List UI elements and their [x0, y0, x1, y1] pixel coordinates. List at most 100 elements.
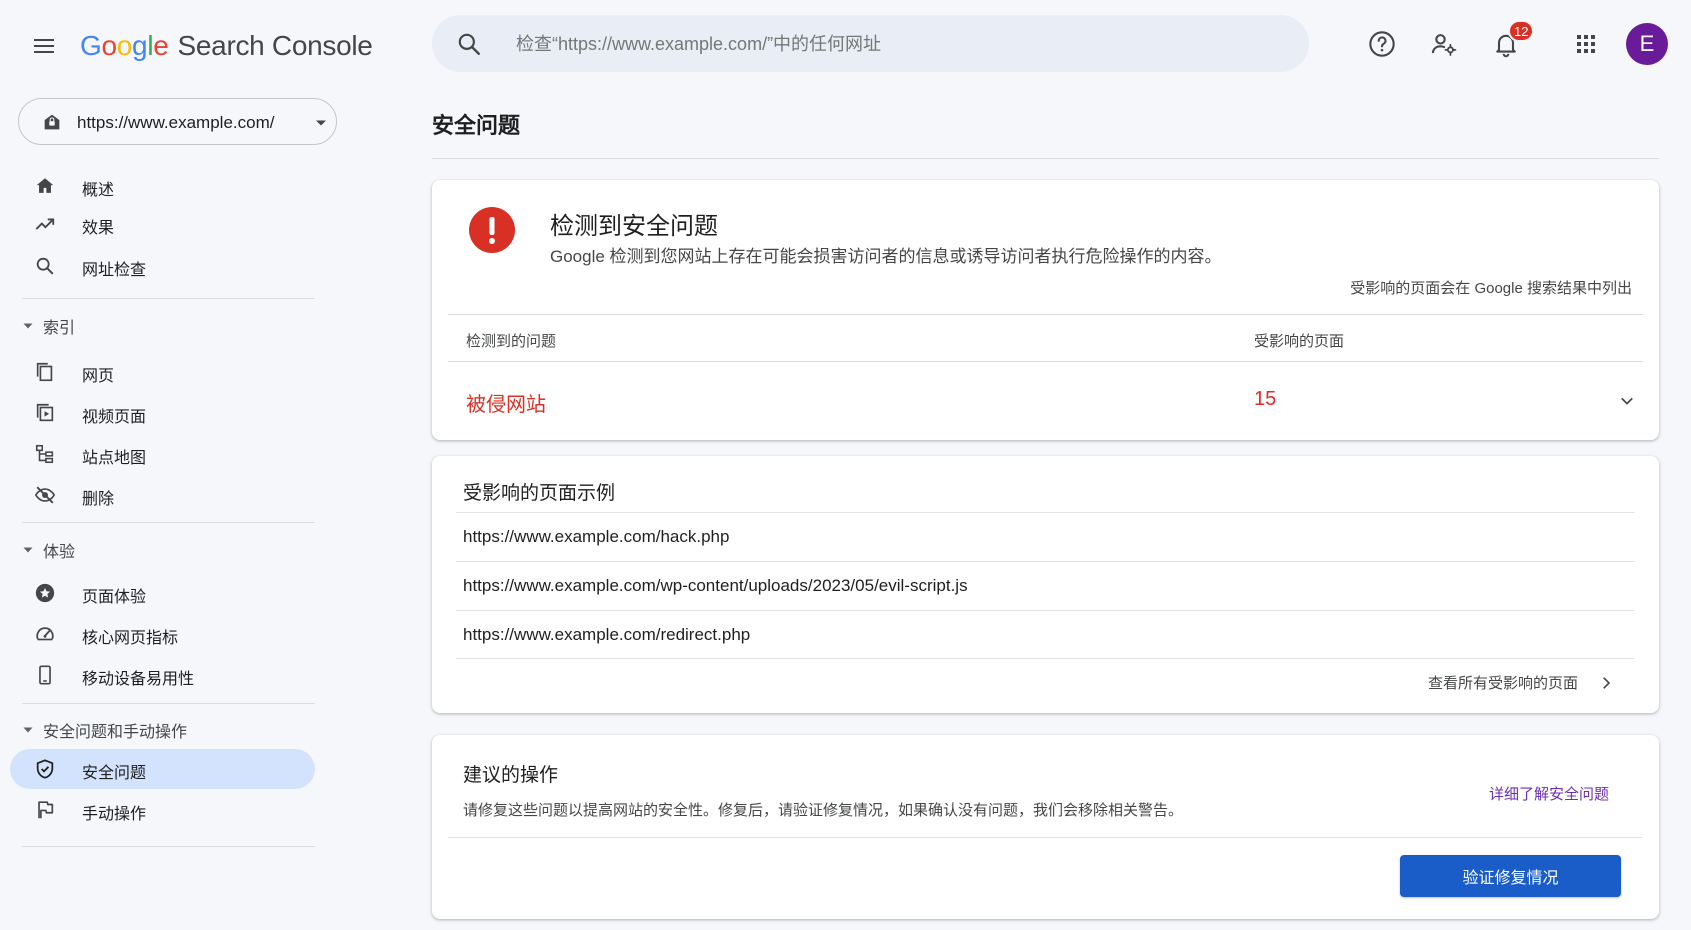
sidebar-item-performance[interactable]: 效果	[10, 204, 315, 244]
affected-url: https://www.example.com/hack.php	[463, 527, 730, 546]
sidebar-item-overview[interactable]: 概述	[10, 166, 315, 206]
caret-down-icon	[23, 547, 33, 553]
search-icon	[36, 257, 54, 275]
speed-gauge-icon	[36, 627, 54, 641]
sidebar-item-label: 安全问题	[82, 765, 147, 782]
sidebar-item-page-experience[interactable]: 页面体验	[10, 573, 315, 613]
sidebar-divider	[22, 846, 315, 847]
issue-row-hacked-site[interactable]: 被侵网站 15	[448, 362, 1643, 438]
sidebar-divider	[22, 703, 315, 704]
sidebar-item-manual-actions[interactable]: 手动操作	[10, 790, 315, 830]
sidebar-divider	[22, 522, 315, 523]
google-wordmark: Google	[80, 30, 169, 61]
video-page-icon	[36, 403, 54, 422]
issue-summary-title: 检测到安全问题	[550, 213, 718, 240]
sidebar-item-label: 网页	[82, 368, 115, 385]
sidebar-item-label: 效果	[82, 220, 115, 237]
sidebar-item-mobile-usability[interactable]: 移动设备易用性	[10, 655, 315, 695]
mobile-icon	[39, 665, 51, 685]
sidebar-item-label: 移动设备易用性	[82, 671, 195, 688]
table-header: 检测到的问题 受影响的页面	[448, 314, 1643, 362]
sidebar-section-label: 安全问题和手动操作	[43, 724, 188, 741]
help-icon	[1369, 31, 1395, 57]
sidebar-item-label: 站点地图	[82, 450, 147, 467]
flag-icon	[38, 801, 54, 819]
help-button[interactable]	[1362, 24, 1402, 64]
sidebar-item-security-issues[interactable]: 安全问题	[10, 749, 315, 789]
list-item[interactable]: https://www.example.com/wp-content/uploa…	[456, 561, 1635, 610]
main-menu-button[interactable]	[24, 26, 64, 66]
sidebar-item-removals[interactable]: 删除	[10, 475, 315, 515]
search-icon[interactable]	[456, 31, 482, 57]
property-url: https://www.example.com/	[77, 113, 275, 132]
search-results-note: 受影响的页面会在 Google 搜索结果中列出	[1350, 280, 1632, 297]
notifications-button[interactable]: 12	[1486, 20, 1535, 64]
learn-more-link[interactable]: 详细了解安全问题	[1489, 783, 1609, 804]
affected-url: https://www.example.com/wp-content/uploa…	[463, 576, 968, 595]
visibility-off-icon	[34, 486, 56, 504]
view-all-label: 查看所有受影响的页面	[1427, 675, 1578, 692]
affected-pages-examples-card: 受影响的页面示例 https://www.example.com/hack.ph…	[432, 456, 1659, 713]
view-all-affected-pages-link[interactable]: 查看所有受影响的页面	[1428, 672, 1614, 693]
users-permissions-button[interactable]	[1424, 24, 1464, 64]
caret-down-icon	[316, 120, 326, 126]
actions-description: 请修复这些问题以提高网站的安全性。修复后，请验证修复情况，如果确认没有问题，我们…	[463, 802, 1184, 819]
affected-pages-count: 15	[1254, 388, 1277, 410]
sidebar-item-label: 核心网页指标	[82, 630, 179, 647]
card-divider	[448, 837, 1643, 838]
list-item[interactable]: https://www.example.com/redirect.php	[456, 610, 1635, 659]
affected-url: https://www.example.com/redirect.php	[463, 624, 751, 644]
sidebar-item-video-pages[interactable]: 视频页面	[10, 393, 315, 433]
chevron-right-icon	[1603, 676, 1611, 689]
property-selector[interactable]: https://www.example.com/	[18, 98, 337, 145]
examples-title: 受影响的页面示例	[463, 483, 616, 504]
shield-icon	[36, 759, 54, 779]
caret-down-icon	[23, 323, 33, 329]
sidebar-section-index[interactable]: 索引	[22, 312, 75, 340]
sitemap-icon	[35, 444, 54, 464]
affected-url-list: https://www.example.com/hack.php https:/…	[456, 512, 1635, 659]
manage-accounts-icon	[1431, 34, 1457, 56]
column-header-issue: 检测到的问题	[466, 333, 557, 350]
product-name: Search Console	[177, 30, 373, 61]
account-avatar[interactable]: E	[1626, 23, 1668, 65]
google-apps-button[interactable]	[1566, 24, 1606, 64]
pages-icon	[36, 362, 53, 382]
list-item[interactable]: https://www.example.com/hack.php	[456, 512, 1635, 561]
issue-name: 被侵网站	[466, 394, 546, 416]
sidebar-item-url-inspection[interactable]: 网址检查	[10, 246, 315, 286]
sidebar-item-core-web-vitals[interactable]: 核心网页指标	[10, 614, 315, 654]
sidebar-section-experience[interactable]: 体验	[22, 536, 75, 564]
notification-count-badge: 12	[1508, 20, 1535, 42]
search-console-logo[interactable]: Google Search Console	[80, 26, 373, 66]
error-alert-icon	[469, 207, 515, 253]
sidebar-item-label: 删除	[82, 491, 115, 508]
validate-fix-button[interactable]: 验证修复情况	[1400, 855, 1621, 897]
sidebar-section-security[interactable]: 安全问题和手动操作	[22, 716, 187, 744]
search-input[interactable]	[516, 27, 1276, 61]
sidebar-item-label: 视频页面	[82, 409, 147, 426]
page-title: 安全问题	[432, 113, 521, 138]
sidebar-section-label: 索引	[43, 320, 76, 337]
sidebar-item-pages[interactable]: 网页	[10, 352, 315, 392]
sidebar-divider	[22, 298, 315, 299]
issue-summary-description: Google 检测到您网站上存在可能会损害访问者的信息或诱导访问者执行危险操作的…	[550, 247, 1222, 266]
sidebar-section-label: 体验	[43, 544, 76, 561]
expand-chevron-icon[interactable]	[1618, 392, 1636, 410]
sidebar-item-label: 手动操作	[82, 806, 147, 823]
sidebar-item-label: 页面体验	[82, 589, 147, 606]
actions-title: 建议的操作	[463, 765, 559, 786]
page-title-divider	[432, 158, 1659, 159]
apps-grid-icon	[1577, 35, 1595, 53]
star-circle-icon	[35, 583, 55, 603]
trending-up-icon	[35, 218, 55, 230]
home-icon	[36, 178, 54, 193]
top-app-bar: Google Search Console 12	[0, 0, 1691, 90]
sidebar-item-sitemaps[interactable]: 站点地图	[10, 434, 315, 474]
url-inspection-search-bar[interactable]	[432, 15, 1309, 72]
caret-down-icon	[23, 727, 33, 733]
column-header-affected-pages: 受影响的页面	[1254, 333, 1345, 350]
sidebar-item-label: 网址检查	[82, 262, 147, 279]
recommended-actions-card: 建议的操作 请修复这些问题以提高网站的安全性。修复后，请验证修复情况，如果确认没…	[432, 735, 1659, 919]
security-issue-summary-card: 检测到安全问题 Google 检测到您网站上存在可能会损害访问者的信息或诱导访问…	[432, 180, 1659, 440]
